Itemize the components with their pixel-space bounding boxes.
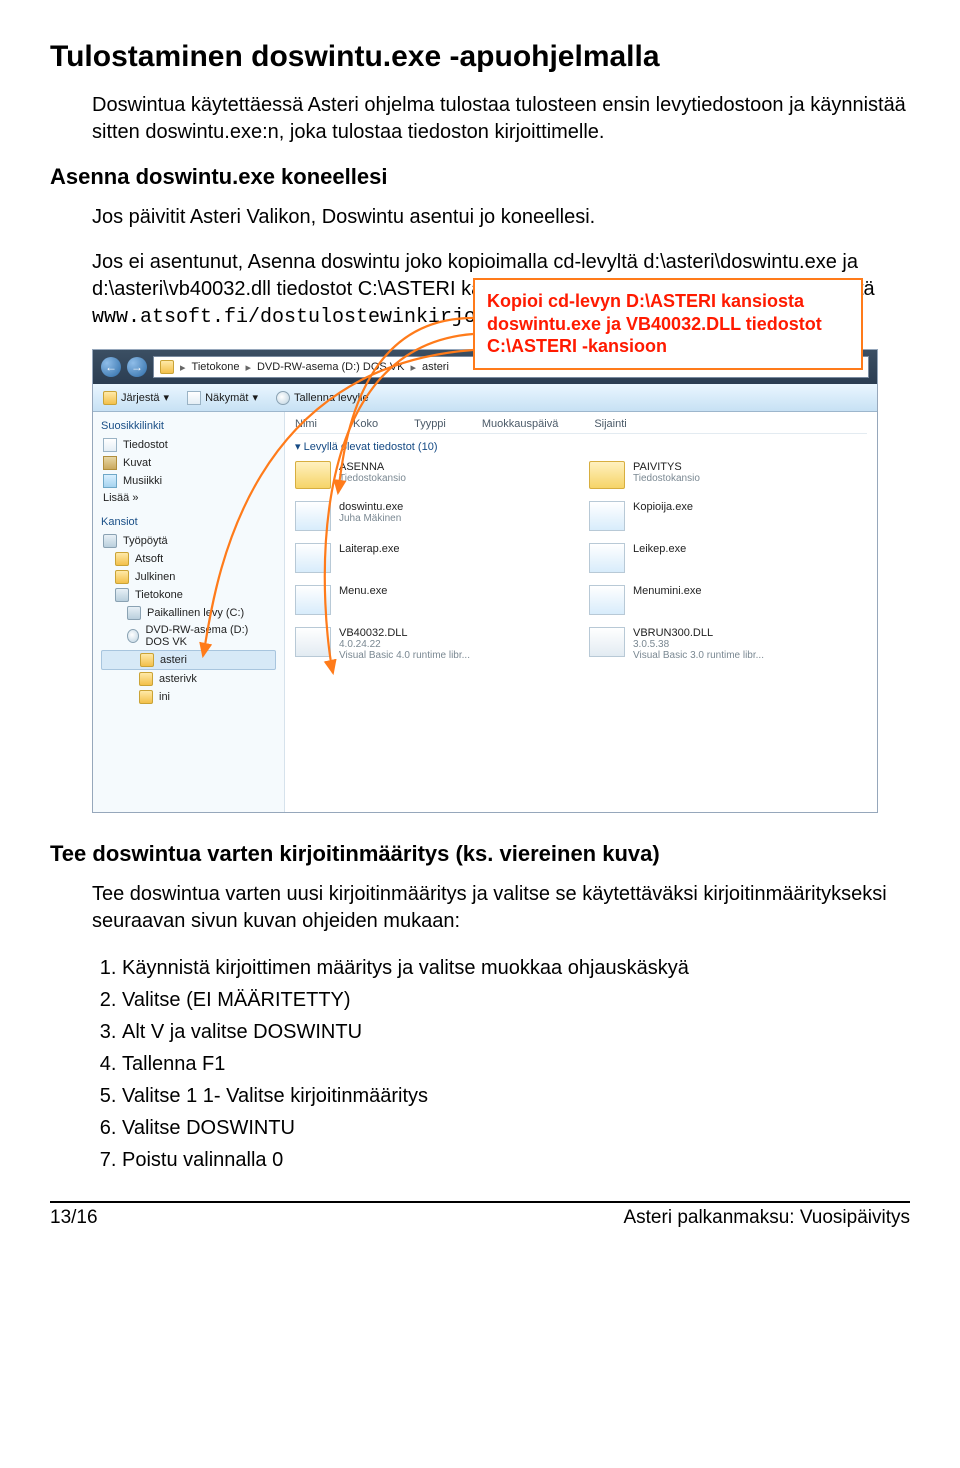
toolbar-views[interactable]: Näkymät ▾ — [187, 391, 258, 405]
views-icon — [187, 391, 201, 405]
step-item: Valitse (EI MÄÄRITETTY) — [122, 985, 910, 1015]
callout-box: Kopioi cd-levyn D:\ASTERI kansiosta dosw… — [473, 278, 863, 370]
tree-drive-d[interactable]: DVD-RW-asema (D:) DOS VK — [101, 622, 276, 650]
sidebar-item-music[interactable]: Musiikki — [101, 472, 276, 490]
step-item: Alt V ja valitse DOSWINTU — [122, 1017, 910, 1047]
explorer-toolbar: Järjestä ▾ Näkymät ▾ Tallenna levylle — [93, 384, 877, 412]
breadcrumb-item[interactable]: Tietokone — [192, 361, 240, 373]
file-item-paivitys[interactable]: PAIVITYSTiedostokansio — [589, 461, 867, 489]
explorer-window: Kopioi cd-levyn D:\ASTERI kansiosta dosw… — [92, 349, 878, 813]
section-install-heading: Asenna doswintu.exe koneellesi — [50, 164, 910, 190]
file-item-menumini[interactable]: Menumini.exe — [589, 585, 867, 615]
toolbar-burn[interactable]: Tallenna levylle — [276, 391, 369, 405]
sidebar-item-pictures[interactable]: Kuvat — [101, 454, 276, 472]
music-icon — [103, 474, 117, 488]
nav-forward-button[interactable]: → — [127, 357, 147, 377]
explorer-file-pane: Nimi Koko Tyyppi Muokkauspäivä Sijainti … — [285, 412, 877, 812]
explorer-sidebar: Suosikkilinkit Tiedostot Kuvat Musiikki … — [93, 412, 285, 812]
exe-icon — [589, 543, 625, 573]
tree-folder-asteri[interactable]: asteri — [101, 650, 276, 670]
dvd-icon — [127, 629, 139, 643]
chevron-right-icon: ▸ — [410, 361, 416, 374]
col-type[interactable]: Tyyppi — [414, 418, 446, 430]
tree-computer[interactable]: Tietokone — [101, 586, 276, 604]
printer-intro-para: Tee doswintua varten uusi kirjoitinmääri… — [92, 881, 910, 935]
page-footer: 13/16 Asteri palkanmaksu: Vuosipäivitys — [50, 1203, 910, 1229]
step-item: Valitse DOSWINTU — [122, 1113, 910, 1143]
step-item: Poistu valinnalla 0 — [122, 1145, 910, 1175]
step-item: Käynnistä kirjoittimen määritys ja valit… — [122, 953, 910, 983]
chevron-right-icon: ▸ — [245, 361, 251, 374]
exe-icon — [589, 501, 625, 531]
section-printer-heading: Tee doswintua varten kirjoitinmääritys (… — [50, 841, 910, 867]
folder-icon — [115, 552, 129, 566]
file-item-vb40032[interactable]: VB40032.DLL4.0.24.22Visual Basic 4.0 run… — [295, 627, 573, 661]
file-item-laiterap[interactable]: Laiterap.exe — [295, 543, 573, 573]
file-item-kopioija[interactable]: Kopioija.exe — [589, 501, 867, 531]
folder-icon — [589, 461, 625, 489]
tree-item[interactable]: ini — [101, 688, 276, 706]
folder-icon — [295, 461, 331, 489]
col-location[interactable]: Sijainti — [594, 418, 626, 430]
disc-icon — [276, 391, 290, 405]
breadcrumb-item[interactable]: asteri — [422, 361, 449, 373]
exe-icon — [295, 585, 331, 615]
col-name[interactable]: Nimi — [295, 418, 317, 430]
steps-list: Käynnistä kirjoittimen määritys ja valit… — [122, 953, 910, 1175]
computer-icon — [115, 588, 129, 602]
folder-icon — [140, 653, 154, 667]
col-modified[interactable]: Muokkauspäivä — [482, 418, 558, 430]
tree-item[interactable]: Julkinen — [101, 568, 276, 586]
page-title: Tulostaminen doswintu.exe -apuohjelmalla — [50, 40, 910, 74]
drive-icon — [127, 606, 141, 620]
desktop-icon — [103, 534, 117, 548]
intro-paragraph: Doswintua käytettäessä Asteri ohjelma tu… — [92, 92, 910, 146]
pictures-icon — [103, 456, 117, 470]
tree-item[interactable]: Atsoft — [101, 550, 276, 568]
dll-icon — [589, 627, 625, 657]
sidebar-favorites-header: Suosikkilinkit — [101, 420, 276, 432]
file-item-vbrun300[interactable]: VBRUN300.DLL3.0.5.38Visual Basic 3.0 run… — [589, 627, 867, 661]
breadcrumb-item[interactable]: DVD-RW-asema (D:) DOS VK — [257, 361, 405, 373]
exe-icon — [295, 501, 331, 531]
exe-icon — [589, 585, 625, 615]
tree-item[interactable]: asterivk — [101, 670, 276, 688]
page-number: 13/16 — [50, 1207, 98, 1229]
folder-icon — [160, 360, 174, 374]
col-size[interactable]: Koko — [353, 418, 378, 430]
install-para-1: Jos päivitit Asteri Valikon, Doswintu as… — [92, 204, 910, 231]
chevron-right-icon: ▸ — [180, 361, 186, 374]
file-item-asenna[interactable]: ASENNATiedostokansio — [295, 461, 573, 489]
documents-icon — [103, 438, 117, 452]
sidebar-item-documents[interactable]: Tiedostot — [101, 436, 276, 454]
file-item-menu[interactable]: Menu.exe — [295, 585, 573, 615]
folder-icon — [139, 672, 153, 686]
footer-title: Asteri palkanmaksu: Vuosipäivitys — [623, 1207, 910, 1229]
file-item-doswintu[interactable]: doswintu.exeJuha Mäkinen — [295, 501, 573, 531]
step-item: Valitse 1 1- Valitse kirjoitinmääritys — [122, 1081, 910, 1111]
tree-desktop[interactable]: Työpöytä — [101, 532, 276, 550]
sidebar-item-more[interactable]: Lisää » — [101, 490, 276, 506]
column-headers: Nimi Koko Tyyppi Muokkauspäivä Sijainti — [295, 418, 867, 434]
sidebar-folders-header: Kansiot — [101, 516, 276, 528]
organize-icon — [103, 391, 117, 405]
dll-icon — [295, 627, 331, 657]
file-item-leikep[interactable]: Leikep.exe — [589, 543, 867, 573]
step-item: Tallenna F1 — [122, 1049, 910, 1079]
tree-drive-c[interactable]: Paikallinen levy (C:) — [101, 604, 276, 622]
folder-icon — [139, 690, 153, 704]
toolbar-organize[interactable]: Järjestä ▾ — [103, 391, 169, 405]
exe-icon — [295, 543, 331, 573]
nav-back-button[interactable]: ← — [101, 357, 121, 377]
file-group-header[interactable]: ▾ Levyllä olevat tiedostot (10) — [295, 440, 867, 453]
folder-icon — [115, 570, 129, 584]
